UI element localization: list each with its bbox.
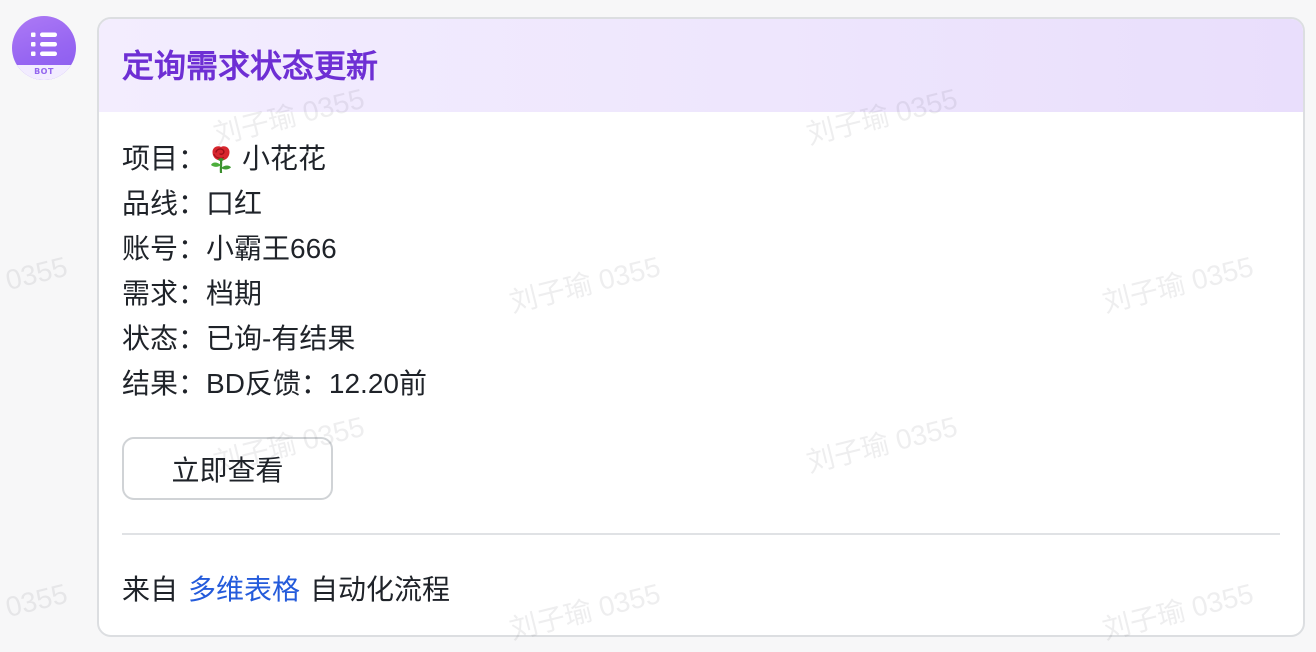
field-label: 项目： <box>122 143 207 174</box>
bot-badge: BOT <box>12 65 76 80</box>
card-header: 定询需求状态更新 <box>99 19 1303 112</box>
rose-emoji-icon <box>208 145 234 173</box>
field-label: 状态： <box>122 323 207 354</box>
message-card: 定询需求状态更新 项目： 小花花 品线：口红 账号：小霸王666 需求：档期 状… <box>97 17 1305 637</box>
source-link[interactable]: 多维表格 <box>188 574 300 605</box>
field-value: 已询-有结果 <box>206 323 356 354</box>
field-label: 结果： <box>122 368 207 399</box>
card-body: 项目： 小花花 品线：口红 账号：小霸王666 需求：档期 状态：已询-有结果 … <box>99 112 1303 612</box>
watermark: 刘子瑜 0355 <box>0 577 71 646</box>
field-value: 小花花 <box>242 143 327 174</box>
field-label: 账号： <box>122 233 207 264</box>
field-requirement: 需求：档期 <box>122 271 1280 316</box>
field-label: 品线： <box>122 188 207 219</box>
bot-avatar[interactable]: BOT <box>12 16 76 80</box>
field-value: 小霸王666 <box>206 233 337 264</box>
footer-prefix: 来自 <box>122 574 179 605</box>
field-label: 需求： <box>122 278 207 309</box>
field-value: 口红 <box>206 188 263 219</box>
footer-suffix: 自动化流程 <box>310 574 451 605</box>
chat-screen: BOT 定询需求状态更新 项目： 小花花 品线：口红 账号：小霸王666 需求：… <box>0 0 1316 652</box>
view-now-button[interactable]: 立即查看 <box>122 437 333 500</box>
field-account: 账号：小霸王666 <box>122 226 1280 271</box>
watermark: 刘子瑜 0355 <box>0 250 71 319</box>
divider <box>122 533 1280 535</box>
field-result: 结果：BD反馈：12.20前 <box>122 361 1280 406</box>
field-status: 状态：已询-有结果 <box>122 316 1280 361</box>
field-project: 项目： 小花花 <box>122 136 1280 181</box>
card-footer: 来自 多维表格 自动化流程 <box>122 567 1280 612</box>
card-title: 定询需求状态更新 <box>122 47 379 84</box>
field-value: 档期 <box>206 278 263 309</box>
field-value: BD反馈：12.20前 <box>206 368 427 399</box>
field-product-line: 品线：口红 <box>122 181 1280 226</box>
list-icon <box>31 32 57 56</box>
